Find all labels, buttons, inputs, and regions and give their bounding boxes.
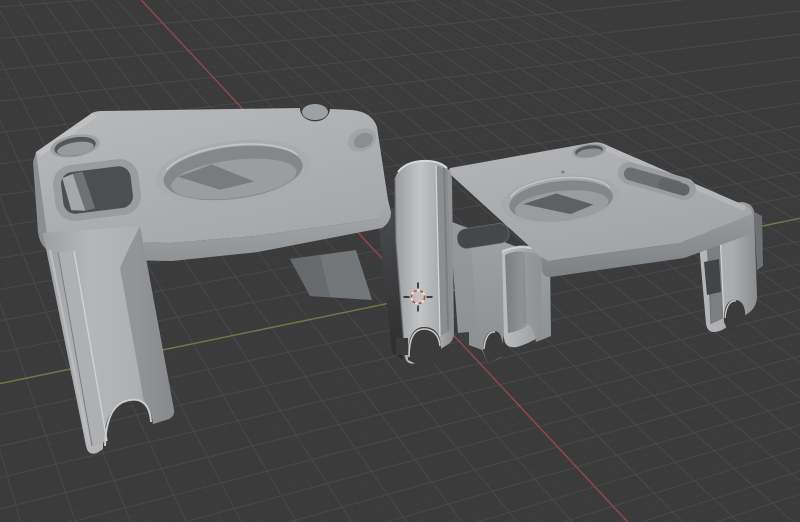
surface-vertex-dot	[561, 170, 565, 174]
edge-scallop	[302, 104, 328, 120]
leg-notch	[704, 259, 721, 295]
viewport-3d[interactable]	[0, 0, 800, 522]
viewport-container	[0, 0, 800, 522]
bracket-left-slot	[53, 159, 141, 221]
leg-notch	[396, 338, 408, 355]
bracket-left-column-leg	[394, 159, 454, 366]
